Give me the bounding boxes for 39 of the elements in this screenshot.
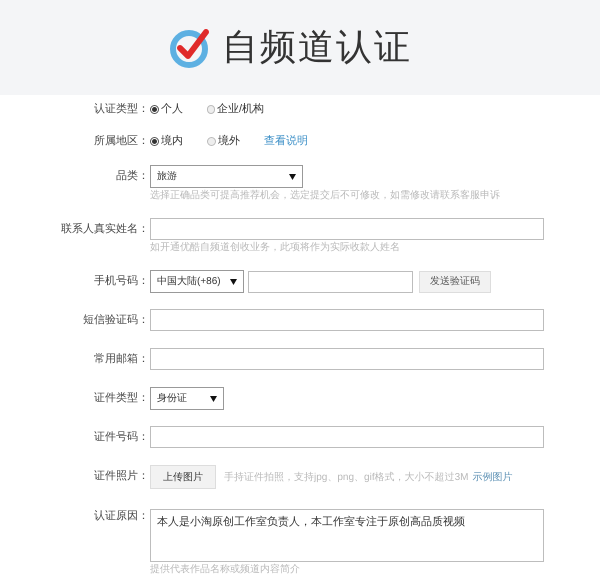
field-label: 所属地区： — [93, 134, 150, 149]
text-field[interactable] — [150, 426, 544, 448]
text-field[interactable] — [150, 309, 544, 331]
caret-icon — [289, 174, 296, 180]
help-link[interactable]: 查看说明 — [264, 132, 308, 150]
field-label: 证件类型： — [93, 391, 150, 406]
radio-button[interactable] — [207, 104, 215, 114]
upload-note: 手持证件拍照，支持jpg、png、gif格式，大小不超过3M — [224, 470, 468, 484]
radio-option[interactable]: 境外 — [207, 132, 264, 150]
hint-text: 选择正确品类可提高推荐机会，选定提交后不可修改，如需修改请联系客服申诉 — [150, 190, 500, 202]
hint-text: 提供代表作品名称或频道内容简介 — [150, 564, 301, 576]
category-select[interactable]: 身份证 — [150, 387, 224, 410]
radio-option[interactable]: 境内 — [150, 132, 207, 150]
country-code-select[interactable]: 中国大陆(+86) — [150, 270, 244, 293]
radio-button[interactable] — [150, 136, 159, 146]
field-label: 认证原因： — [93, 509, 150, 524]
field-label: 联系人真实姓名： — [60, 222, 150, 237]
caret-icon — [210, 396, 217, 402]
radio-option[interactable]: 个人 — [150, 100, 207, 118]
radio-button[interactable] — [207, 136, 216, 146]
upload-button[interactable]: 上传图片 — [150, 465, 216, 489]
text-field[interactable] — [150, 218, 544, 240]
reason-textarea[interactable]: 本人是小淘原创工作室负责人，本工作室专注于原创高品质视频 — [150, 509, 544, 562]
text-field[interactable] — [150, 348, 544, 370]
caret-icon — [230, 278, 237, 284]
hint-text: 如开通优酷自频道创收业务，此项将作为实际收款人姓名 — [150, 242, 401, 254]
field-label: 短信验证码： — [82, 313, 150, 328]
phone-field[interactable] — [248, 270, 413, 292]
page-title: 自频道认证 — [222, 26, 412, 70]
radio-button[interactable] — [150, 104, 159, 114]
field-label: 品类： — [115, 169, 150, 184]
send-code-button[interactable]: 发送验证码 — [419, 270, 491, 292]
field-label: 认证类型： — [93, 102, 150, 117]
category-select[interactable]: 旅游 — [150, 165, 303, 188]
field-label: 手机号码： — [93, 274, 150, 289]
field-label: 证件照片： — [93, 469, 150, 484]
field-label: 证件号码： — [93, 430, 150, 445]
field-label: 常用邮箱： — [93, 352, 150, 367]
radio-option[interactable]: 企业/机构 — [207, 100, 264, 118]
